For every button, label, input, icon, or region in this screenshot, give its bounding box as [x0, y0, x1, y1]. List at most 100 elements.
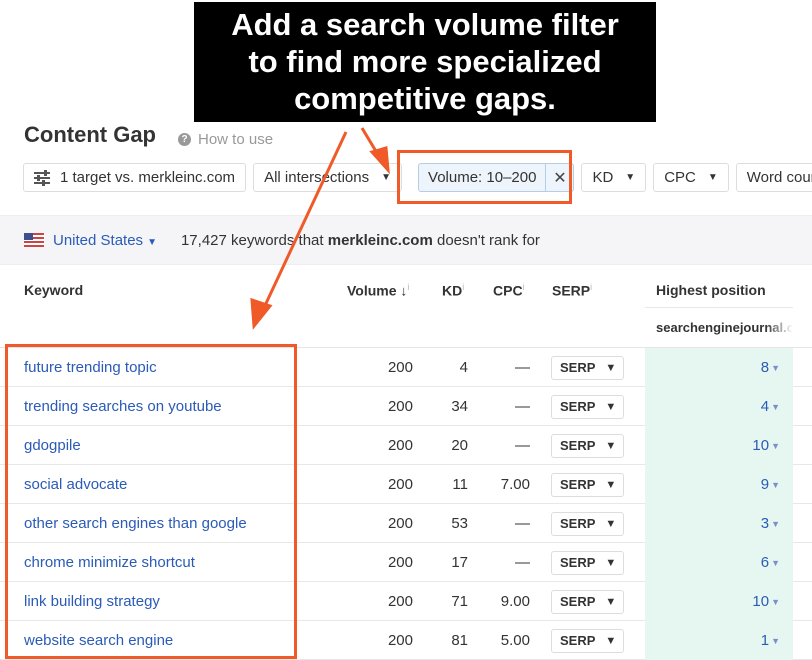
- serp-label: SERP: [560, 360, 596, 375]
- highest-position-cell[interactable]: 4 ▼: [645, 387, 793, 426]
- caret-down-icon: ▼: [605, 556, 617, 569]
- annotation-line-2: to find more specialized: [248, 44, 602, 79]
- info-icon[interactable]: i: [462, 282, 464, 292]
- position-dropdown-icon: ▼: [771, 635, 780, 646]
- position-value: 3: [760, 515, 770, 532]
- intersections-dropdown[interactable]: All intersections ▼: [253, 163, 403, 192]
- highest-position-cell[interactable]: 6 ▼: [645, 543, 793, 582]
- highest-position-cell[interactable]: 3 ▼: [645, 504, 793, 543]
- kd-value: 81: [451, 632, 468, 649]
- keyword-link[interactable]: future trending topic: [24, 348, 157, 387]
- serp-dropdown[interactable]: SERP ▼: [551, 355, 624, 380]
- info-icon[interactable]: i: [523, 282, 525, 292]
- serp-dropdown[interactable]: SERP ▼: [551, 394, 624, 419]
- competitor-domain-label[interactable]: searchenginejournal.com: [656, 320, 793, 335]
- column-volume[interactable]: Volume ↓i: [347, 282, 409, 299]
- cpc-value: 5.00: [500, 632, 530, 649]
- position-value: 6: [760, 554, 770, 571]
- how-to-use-link[interactable]: ? How to use: [178, 131, 273, 148]
- results-summary: 17,427 keywords that merkleinc.com doesn…: [181, 232, 540, 249]
- position-value: 4: [760, 398, 770, 415]
- serp-cell: SERP ▼: [551, 348, 624, 387]
- close-icon[interactable]: ✕: [546, 164, 573, 191]
- keyword-link[interactable]: gdogpile: [24, 426, 81, 465]
- kd-dropdown[interactable]: KD ▼: [581, 163, 647, 192]
- serp-dropdown[interactable]: SERP ▼: [551, 433, 624, 458]
- volume-value: 200: [387, 476, 413, 493]
- cpc-value: 9.00: [500, 593, 530, 610]
- cpc-value: —: [515, 554, 530, 571]
- how-to-use-label: How to use: [198, 131, 274, 148]
- serp-cell: SERP ▼: [551, 582, 624, 621]
- column-cpc[interactable]: CPCi: [493, 282, 525, 299]
- volume-filter-label[interactable]: Volume: 10–200: [419, 164, 547, 191]
- serp-dropdown[interactable]: SERP ▼: [551, 472, 624, 497]
- keyword-link[interactable]: chrome minimize shortcut: [24, 543, 195, 582]
- word-count-dropdown[interactable]: Word count: [735, 163, 812, 192]
- keyword-link[interactable]: social advocate: [24, 465, 127, 504]
- country-dropdown[interactable]: United States ▼: [53, 232, 157, 249]
- position-value: 10: [752, 593, 770, 610]
- target-domain: merkleinc.com: [327, 231, 433, 249]
- cpc-label: CPC: [664, 169, 696, 186]
- targets-button[interactable]: 1 target vs. merkleinc.com: [23, 163, 247, 192]
- results-info-bar: United States ▼ 17,427 keywords that merk…: [0, 215, 812, 265]
- keyword-link[interactable]: trending searches on youtube: [24, 387, 222, 426]
- position-value: 8: [760, 359, 770, 376]
- keyword-link[interactable]: website search engine: [24, 621, 173, 660]
- targets-label: 1 target vs. merkleinc.com: [60, 169, 236, 186]
- page-header: Content Gap ? How to use: [24, 122, 273, 148]
- kd-value: 53: [451, 515, 468, 532]
- keyword-link[interactable]: link building strategy: [24, 582, 160, 621]
- info-icon[interactable]: i: [590, 282, 592, 292]
- serp-label: SERP: [560, 555, 596, 570]
- volume-value: 200: [387, 398, 413, 415]
- table-header: Keyword Volume ↓i KDi CPCi SERPi Highest…: [0, 265, 812, 348]
- kd-value: 17: [451, 554, 468, 571]
- word-count-label: Word count: [746, 169, 812, 186]
- us-flag-icon: [24, 233, 44, 247]
- volume-value: 200: [387, 593, 413, 610]
- cpc-value: —: [515, 398, 530, 415]
- serp-dropdown[interactable]: SERP ▼: [551, 628, 624, 653]
- caret-down-icon: ▼: [381, 172, 392, 183]
- volume-value: 200: [387, 554, 413, 571]
- serp-cell: SERP ▼: [551, 426, 624, 465]
- serp-cell: SERP ▼: [551, 465, 624, 504]
- summary-text-end: doesn't rank for: [432, 231, 540, 249]
- serp-label: SERP: [560, 399, 596, 414]
- table-row: other search engines than google 200 53 — SE…: [0, 504, 812, 543]
- highest-position-cell[interactable]: 9 ▼: [645, 465, 793, 504]
- caret-down-icon: ▼: [625, 172, 636, 183]
- position-dropdown-icon: ▼: [771, 401, 780, 412]
- volume-filter-chip[interactable]: Volume: 10–200 ✕: [418, 163, 575, 192]
- serp-dropdown[interactable]: SERP ▼: [551, 511, 624, 536]
- highest-position-cell[interactable]: 8 ▼: [645, 348, 793, 387]
- caret-down-icon: ▼: [605, 634, 617, 647]
- position-dropdown-icon: ▼: [771, 479, 780, 490]
- caret-down-icon: ▼: [605, 595, 617, 608]
- cpc-header-label: CPC: [493, 282, 523, 299]
- highest-position-cell[interactable]: 1 ▼: [645, 621, 793, 660]
- highest-position-cell[interactable]: 10 ▼: [645, 426, 793, 465]
- column-kd[interactable]: KDi: [442, 282, 464, 299]
- highest-position-cell[interactable]: 10 ▼: [645, 582, 793, 621]
- question-circle-icon: ?: [178, 133, 191, 146]
- kd-header-label: KD: [442, 282, 463, 299]
- cpc-dropdown[interactable]: CPC ▼: [653, 163, 729, 192]
- info-icon[interactable]: i: [407, 282, 409, 292]
- table-row: future trending topic 200 4— SERP ▼ 8 ▼: [0, 348, 812, 387]
- serp-cell: SERP ▼: [551, 543, 624, 582]
- serp-dropdown[interactable]: SERP ▼: [551, 550, 624, 575]
- column-keyword[interactable]: Keyword: [24, 282, 83, 298]
- serp-label: SERP: [560, 477, 596, 492]
- position-value: 9: [760, 476, 770, 493]
- intersections-label: All intersections: [264, 169, 370, 186]
- annotation-callout: Add a search volume filter to find more …: [194, 2, 656, 122]
- column-serp: SERPi: [552, 282, 592, 299]
- keyword-count: 17,427: [180, 231, 227, 249]
- serp-dropdown[interactable]: SERP ▼: [551, 589, 624, 614]
- keyword-link[interactable]: other search engines than google: [24, 504, 247, 543]
- annotation-line-1: Add a search volume filter: [231, 7, 619, 42]
- page-title: Content Gap: [24, 122, 156, 147]
